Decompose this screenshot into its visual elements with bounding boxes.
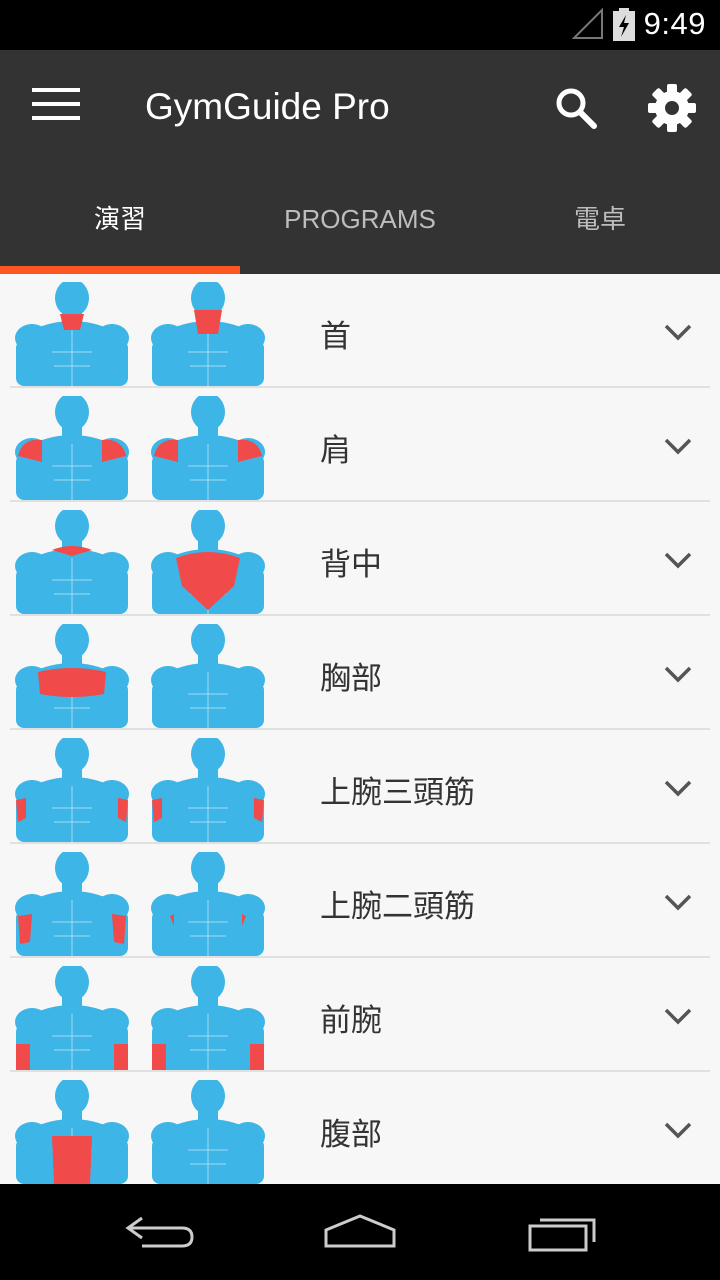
muscle-diagram: [15, 510, 265, 614]
muscle-group-label: 腹部: [320, 1117, 382, 1153]
tab-bar: 演習 PROGRAMS 電卓: [0, 190, 720, 274]
recents-icon[interactable]: [520, 1208, 600, 1258]
chevron-down-icon[interactable]: [662, 550, 694, 572]
signal-icon: [572, 8, 603, 39]
muscle-group-label: 前腕: [320, 1003, 382, 1039]
muscle-group-list[interactable]: 首肩背中胸部上腕三頭筋上腕二頭筋前腕腹部: [0, 274, 720, 1184]
menu-icon: [32, 88, 80, 92]
menu-button[interactable]: [28, 84, 84, 124]
status-time: 9:49: [643, 6, 706, 41]
system-nav-bar: [0, 1184, 720, 1280]
muscle-group-row[interactable]: 上腕三頭筋: [0, 730, 720, 844]
muscle-diagram: [15, 282, 265, 386]
back-icon[interactable]: [120, 1208, 200, 1258]
muscle-diagram: [15, 852, 265, 956]
tab-calculator[interactable]: 電卓: [480, 190, 720, 274]
muscle-group-row[interactable]: 腹部: [0, 1072, 720, 1184]
muscle-group-row[interactable]: 背中: [0, 502, 720, 616]
chevron-down-icon[interactable]: [662, 1006, 694, 1028]
app-bar: GymGuide Pro 演習 PROGRAMS 電卓: [0, 50, 720, 274]
muscle-group-label: 首: [320, 319, 351, 355]
muscle-diagram: [15, 396, 265, 500]
muscle-group-row[interactable]: 前腕: [0, 958, 720, 1072]
muscle-group-label: 肩: [320, 433, 351, 469]
status-bar: 9:49: [0, 0, 720, 50]
tab-indicator: [0, 266, 240, 274]
chevron-down-icon[interactable]: [662, 436, 694, 458]
home-icon[interactable]: [320, 1208, 400, 1258]
chevron-down-icon[interactable]: [662, 1120, 694, 1142]
settings-icon[interactable]: [646, 82, 698, 134]
muscle-diagram: [15, 738, 265, 842]
tab-programs[interactable]: PROGRAMS: [240, 190, 480, 274]
tab-exercises[interactable]: 演習: [0, 190, 240, 274]
muscle-group-row[interactable]: 肩: [0, 388, 720, 502]
muscle-diagram: [15, 624, 265, 728]
chevron-down-icon[interactable]: [662, 892, 694, 914]
muscle-diagram: [15, 966, 265, 1070]
muscle-group-row[interactable]: 上腕二頭筋: [0, 844, 720, 958]
menu-icon-bar: [32, 116, 80, 120]
muscle-diagram: [15, 1080, 265, 1184]
chevron-down-icon[interactable]: [662, 778, 694, 800]
menu-icon-bar: [32, 102, 80, 106]
battery-charging-icon: [613, 8, 635, 41]
chevron-down-icon[interactable]: [662, 664, 694, 686]
muscle-group-row[interactable]: 胸部: [0, 616, 720, 730]
muscle-group-label: 上腕二頭筋: [320, 889, 475, 925]
muscle-group-label: 上腕三頭筋: [320, 775, 475, 811]
muscle-group-label: 胸部: [320, 661, 382, 697]
muscle-group-row[interactable]: 首: [0, 274, 720, 388]
muscle-group-label: 背中: [320, 547, 382, 583]
app-title: GymGuide Pro: [145, 86, 390, 127]
search-icon[interactable]: [552, 84, 600, 132]
chevron-down-icon[interactable]: [662, 322, 694, 344]
